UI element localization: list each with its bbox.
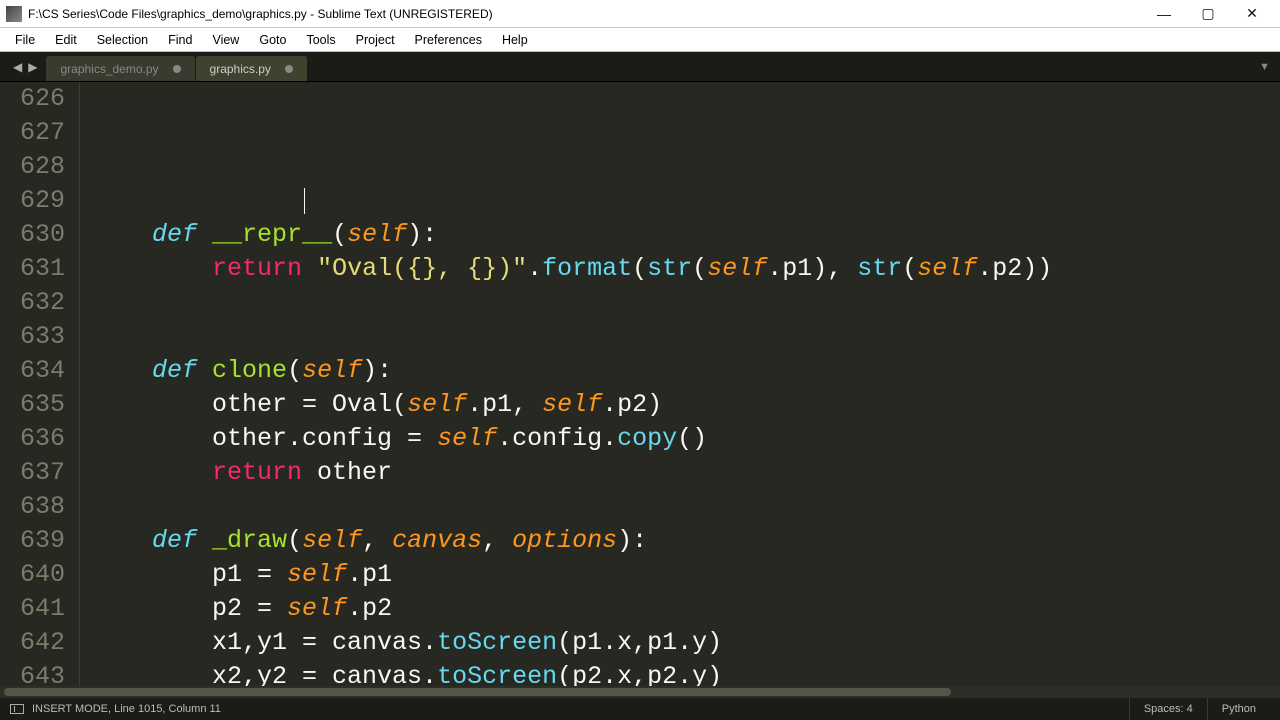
line-number: 638 bbox=[8, 490, 65, 524]
line-number: 640 bbox=[8, 558, 65, 592]
menu-item-help[interactable]: Help bbox=[493, 31, 537, 49]
line-number: 633 bbox=[8, 320, 65, 354]
line-number: 636 bbox=[8, 422, 65, 456]
menu-item-preferences[interactable]: Preferences bbox=[406, 31, 491, 49]
menu-bar: FileEditSelectionFindViewGotoToolsProjec… bbox=[0, 28, 1280, 52]
horizontal-scrollbar[interactable] bbox=[0, 686, 1280, 698]
code-line[interactable] bbox=[92, 320, 1280, 354]
minimize-button[interactable]: — bbox=[1142, 0, 1186, 28]
line-number: 631 bbox=[8, 252, 65, 286]
tab-graphics_demo-py[interactable]: graphics_demo.py bbox=[46, 56, 195, 81]
line-number: 628 bbox=[8, 150, 65, 184]
status-syntax[interactable]: Python bbox=[1207, 698, 1270, 720]
line-number: 629 bbox=[8, 184, 65, 218]
tab-nav: ◀ ▶ bbox=[4, 52, 46, 81]
menu-item-edit[interactable]: Edit bbox=[46, 31, 86, 49]
line-number: 632 bbox=[8, 286, 65, 320]
code-line[interactable]: other = Oval(self.p1, self.p2) bbox=[92, 388, 1280, 422]
code-line[interactable] bbox=[92, 490, 1280, 524]
line-number: 627 bbox=[8, 116, 65, 150]
app-icon bbox=[6, 6, 22, 22]
code-line[interactable]: def _draw(self, canvas, options): bbox=[92, 524, 1280, 558]
status-mode: INSERT MODE, Line 1015, Column 11 bbox=[32, 703, 221, 715]
code-line[interactable]: p2 = self.p2 bbox=[92, 592, 1280, 626]
menu-item-selection[interactable]: Selection bbox=[88, 31, 157, 49]
tab-label: graphics_demo.py bbox=[60, 62, 158, 76]
status-bar: INSERT MODE, Line 1015, Column 11 Spaces… bbox=[0, 698, 1280, 720]
title-bar: F:\CS Series\Code Files\graphics_demo\gr… bbox=[0, 0, 1280, 28]
editor[interactable]: 6266276286296306316326336346356366376386… bbox=[0, 82, 1280, 686]
line-number: 641 bbox=[8, 592, 65, 626]
code-line[interactable] bbox=[92, 286, 1280, 320]
window-title: F:\CS Series\Code Files\graphics_demo\gr… bbox=[28, 7, 1142, 21]
menu-item-view[interactable]: View bbox=[203, 31, 248, 49]
status-indent[interactable]: Spaces: 4 bbox=[1129, 698, 1207, 720]
tab-nav-back-icon[interactable]: ◀ bbox=[10, 60, 25, 74]
line-number: 635 bbox=[8, 388, 65, 422]
code-line[interactable] bbox=[92, 184, 1280, 218]
line-number: 639 bbox=[8, 524, 65, 558]
menu-item-find[interactable]: Find bbox=[159, 31, 201, 49]
line-number: 642 bbox=[8, 626, 65, 660]
line-number: 634 bbox=[8, 354, 65, 388]
code-line[interactable]: other.config = self.config.copy() bbox=[92, 422, 1280, 456]
tab-bar: ◀ ▶ graphics_demo.py graphics.py ▼ bbox=[0, 52, 1280, 82]
gutter: 6266276286296306316326336346356366376386… bbox=[0, 82, 80, 686]
code-line[interactable]: x2,y2 = canvas.toScreen(p2.x,p2.y) bbox=[92, 660, 1280, 686]
menu-item-tools[interactable]: Tools bbox=[297, 31, 344, 49]
code-line[interactable]: p1 = self.p1 bbox=[92, 558, 1280, 592]
code-line[interactable]: x1,y1 = canvas.toScreen(p1.x,p1.y) bbox=[92, 626, 1280, 660]
code-line[interactable]: return "Oval({}, {})".format(str(self.p1… bbox=[92, 252, 1280, 286]
line-number: 643 bbox=[8, 660, 65, 686]
tab-dropdown-icon[interactable]: ▼ bbox=[1249, 52, 1280, 81]
dirty-indicator-icon bbox=[173, 65, 181, 73]
scrollbar-thumb[interactable] bbox=[4, 688, 951, 696]
code-area[interactable]: def __repr__(self): return "Oval({}, {})… bbox=[80, 82, 1280, 686]
line-number: 626 bbox=[8, 82, 65, 116]
line-number: 637 bbox=[8, 456, 65, 490]
menu-item-goto[interactable]: Goto bbox=[250, 31, 295, 49]
menu-item-project[interactable]: Project bbox=[347, 31, 404, 49]
code-line[interactable]: return other bbox=[92, 456, 1280, 490]
panel-switcher-icon[interactable] bbox=[10, 704, 24, 714]
dirty-indicator-icon bbox=[285, 65, 293, 73]
code-line[interactable]: def __repr__(self): bbox=[92, 218, 1280, 252]
line-number: 630 bbox=[8, 218, 65, 252]
maximize-button[interactable]: ▢ bbox=[1186, 0, 1230, 28]
close-button[interactable]: ✕ bbox=[1230, 0, 1274, 28]
menu-item-file[interactable]: File bbox=[6, 31, 44, 49]
code-line[interactable]: def clone(self): bbox=[92, 354, 1280, 388]
text-cursor bbox=[304, 188, 305, 214]
tab-graphics-py[interactable]: graphics.py bbox=[196, 56, 308, 81]
tab-label: graphics.py bbox=[210, 62, 271, 76]
tab-nav-forward-icon[interactable]: ▶ bbox=[25, 60, 40, 74]
